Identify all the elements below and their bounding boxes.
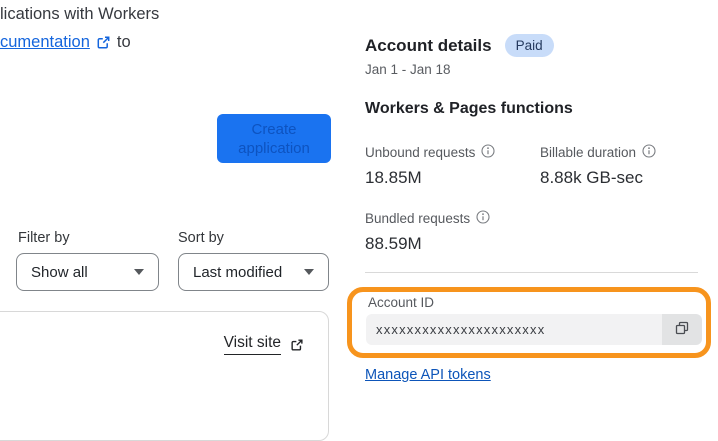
intro-line1: lications with Workers [0, 5, 160, 23]
stat-unbound-requests: Unbound requests 18.85M [365, 144, 495, 188]
stat-value: 8.88k GB-sec [540, 168, 643, 187]
external-link-icon [290, 338, 304, 352]
stat-billable-duration: Billable duration 8.88k GB-sec [540, 144, 656, 188]
project-card: Visit site [0, 311, 329, 441]
info-icon[interactable] [481, 144, 495, 161]
stat-label-text: Billable duration [540, 145, 637, 160]
sort-dropdown-value: Last modified [193, 263, 283, 281]
stat-label: Unbound requests [365, 144, 495, 161]
account-details-title: Account details [365, 35, 492, 55]
stat-value: 88.59M [365, 234, 422, 253]
account-id-field: xxxxxxxxxxxxxxxxxxxxxx [366, 314, 702, 345]
filter-by-label: Filter by [18, 230, 70, 246]
visit-site-label: Visit site [223, 334, 281, 355]
documentation-link[interactable]: cumentation [0, 28, 90, 56]
stat-label: Billable duration [540, 144, 656, 161]
stat-value: 18.85M [365, 168, 422, 187]
stat-label-text: Bundled requests [365, 211, 471, 226]
visit-site-link[interactable]: Visit site [223, 334, 304, 355]
chevron-down-icon [304, 269, 314, 275]
create-application-button[interactable]: Create application [217, 114, 331, 163]
paid-badge: Paid [504, 34, 554, 57]
filter-dropdown[interactable]: Show all [16, 253, 159, 291]
date-range: Jan 1 - Jan 18 [365, 62, 451, 77]
sort-dropdown[interactable]: Last modified [178, 253, 329, 291]
intro-paragraph: lications with Workers cumentation to [0, 0, 159, 56]
sort-by-label: Sort by [178, 230, 224, 246]
copy-icon [674, 320, 690, 339]
external-link-icon [96, 35, 111, 50]
info-icon[interactable] [476, 210, 490, 227]
stat-label-text: Unbound requests [365, 145, 476, 160]
divider [365, 272, 698, 273]
filter-dropdown-value: Show all [31, 263, 88, 281]
intro-line2: cumentation to [0, 28, 159, 56]
chevron-down-icon [134, 269, 144, 275]
stat-bundled-requests: Bundled requests 88.59M [365, 210, 490, 254]
stat-label: Bundled requests [365, 210, 490, 227]
info-icon[interactable] [642, 144, 656, 161]
account-details-header: Account details Paid [365, 34, 554, 57]
account-id-value[interactable]: xxxxxxxxxxxxxxxxxxxxxx [366, 322, 662, 337]
account-id-label: Account ID [368, 295, 435, 310]
workers-pages-screen: lications with Workers cumentation to Cr… [0, 0, 718, 441]
functions-section-title: Workers & Pages functions [365, 100, 573, 117]
manage-api-tokens-link[interactable]: Manage API tokens [365, 367, 491, 383]
intro-suffix: to [116, 33, 131, 51]
copy-account-id-button[interactable] [662, 314, 702, 345]
